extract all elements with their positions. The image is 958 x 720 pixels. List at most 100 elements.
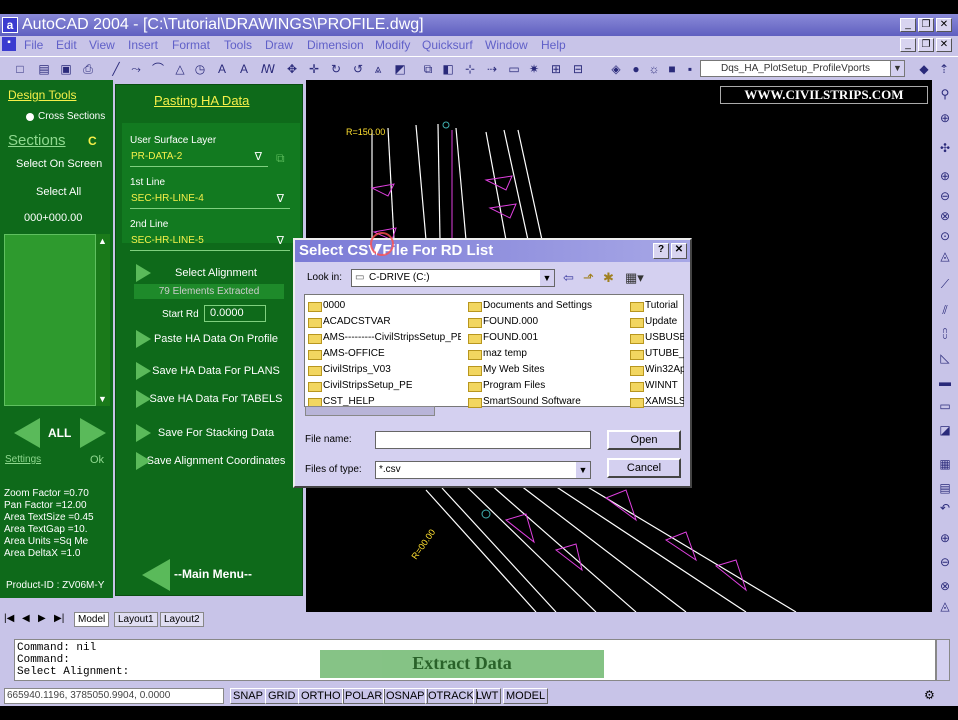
chevron-down-icon[interactable]: ▼: [576, 462, 590, 478]
layer-tool-icon[interactable]: ▦: [937, 456, 953, 472]
folder-item[interactable]: Update: [629, 315, 684, 329]
zoom-icon-3[interactable]: ⊖: [937, 554, 953, 570]
folder-item[interactable]: Program Files: [467, 379, 545, 393]
menu-window[interactable]: Window: [485, 38, 528, 52]
lwt-toggle[interactable]: LWT: [473, 688, 502, 704]
up-folder-icon[interactable]: ⬏: [583, 270, 594, 286]
save-ha-plans-button[interactable]: Save HA Data For PLANS: [136, 360, 296, 382]
second-line-dropdown[interactable]: SEC-HR-LINE-5 ∇: [130, 233, 290, 251]
save-ha-tabels-button[interactable]: Save HA Data For TABELS: [136, 388, 296, 410]
command-scrollbar[interactable]: [936, 639, 950, 681]
folder-item[interactable]: AMS---------CivilStripsSetup_PE: [307, 331, 461, 345]
print-icon[interactable]: ⎙: [80, 61, 96, 77]
lock-icon[interactable]: ▪: [682, 61, 698, 77]
select-all-button[interactable]: Select All: [36, 186, 81, 198]
file-list[interactable]: 0000 ACADCSTVAR AMS---------CivilStripsS…: [304, 294, 684, 409]
drop-icon[interactable]: ◬: [937, 248, 953, 264]
mirror-icon[interactable]: ⩓: [370, 61, 386, 77]
layers-icon[interactable]: ◈: [608, 61, 624, 77]
chevron-down-icon[interactable]: ▼: [890, 61, 904, 76]
zoom-icon-2[interactable]: ⊕: [937, 530, 953, 546]
brush-icon[interactable]: ⟋: [937, 276, 953, 292]
tab-model[interactable]: Model: [74, 612, 110, 627]
main-menu-button[interactable]: --Main Menu--: [174, 567, 252, 581]
layer-dropdown[interactable]: Dqs_HA_PlotSetup_ProfileVports ▼: [700, 60, 905, 77]
polar-toggle[interactable]: POLAR: [342, 688, 386, 704]
first-tab-icon[interactable]: |◀: [4, 613, 14, 624]
section-icon[interactable]: ◪: [937, 422, 953, 438]
restore-icon[interactable]: ❐: [918, 18, 934, 32]
polyline-icon[interactable]: ⤳: [128, 61, 144, 77]
menu-file[interactable]: File: [24, 38, 43, 52]
chevron-down-icon[interactable]: ∇: [255, 149, 262, 165]
doc-restore-icon[interactable]: ❐: [918, 38, 934, 52]
snap-toggle[interactable]: SNAP: [230, 688, 266, 704]
color-swatch-icon[interactable]: ■: [664, 61, 680, 77]
tab-layout2[interactable]: Layout2: [160, 612, 204, 627]
rotate3-icon[interactable]: ↺: [350, 61, 366, 77]
save-icon[interactable]: ▣: [58, 61, 74, 77]
zoom-in-icon[interactable]: ⊕: [937, 168, 953, 184]
folder-item[interactable]: SmartSound Software: [467, 395, 581, 409]
zoom-window-icon[interactable]: ⊕: [937, 110, 953, 126]
new-icon[interactable]: □: [12, 61, 28, 77]
folder-item[interactable]: USBUSB: [629, 331, 684, 345]
match-icon[interactable]: ⊟: [570, 61, 586, 77]
tab-layout1[interactable]: Layout1: [114, 612, 158, 627]
surface-icon[interactable]: ▬: [937, 374, 953, 390]
folder-item[interactable]: FOUND.000: [467, 315, 538, 329]
light-bulb-icon[interactable]: ●: [628, 61, 644, 77]
folder-item[interactable]: ACADCSTVAR: [307, 315, 391, 329]
line-icon[interactable]: ╱: [108, 61, 124, 77]
zoom-out-icon[interactable]: ⊖: [937, 188, 953, 204]
edit-text-icon[interactable]: ꟿ: [260, 61, 276, 77]
folder-item[interactable]: AMS-OFFICE: [307, 347, 385, 361]
copy-icon[interactable]: ⧉: [420, 61, 436, 77]
dialog-close-icon[interactable]: ✕: [671, 243, 687, 259]
paste-ha-profile-button[interactable]: Paste HA Data On Profile: [136, 328, 296, 350]
cancel-button[interactable]: Cancel: [607, 458, 681, 478]
new-folder-icon[interactable]: ✱: [603, 270, 614, 286]
explode-icon[interactable]: ✷: [526, 61, 542, 77]
zoom-all-icon[interactable]: ⊙: [937, 228, 953, 244]
last-tab-icon[interactable]: ▶|: [54, 613, 64, 624]
folder-item[interactable]: My Web Sites: [467, 363, 545, 377]
open-button[interactable]: Open: [607, 430, 681, 450]
folder-item[interactable]: CivilStripsSetup_PE: [307, 379, 412, 393]
osnap-toggle[interactable]: OSNAP: [383, 688, 428, 704]
circle-icon[interactable]: ◷: [192, 61, 208, 77]
settings-link[interactable]: Settings: [5, 454, 41, 465]
menu-draw[interactable]: Draw: [265, 38, 293, 52]
model-toggle[interactable]: MODEL: [503, 688, 549, 704]
save-stacking-button[interactable]: Save For Stacking Data: [136, 422, 296, 444]
save-coordinates-button[interactable]: Save Alignment Coordinates: [136, 450, 296, 472]
folder-item[interactable]: maz temp: [467, 347, 527, 361]
menu-tools[interactable]: Tools: [224, 38, 252, 52]
sections-scrollbar[interactable]: ▲ ▼: [96, 234, 110, 406]
file-name-input[interactable]: [375, 431, 591, 449]
properties-icon[interactable]: ⊞: [548, 61, 564, 77]
break-icon[interactable]: ▭: [506, 61, 522, 77]
move-icon[interactable]: ✥: [284, 61, 300, 77]
stretch-icon[interactable]: ◧: [440, 61, 456, 77]
sections-listbox[interactable]: [4, 234, 96, 406]
text-icon[interactable]: A: [214, 61, 230, 77]
prev-arrow-icon[interactable]: [14, 418, 40, 448]
doc-minimize-icon[interactable]: _: [900, 38, 916, 52]
horizontal-scrollbar[interactable]: [305, 406, 435, 416]
menu-help[interactable]: Help: [541, 38, 566, 52]
arc-icon[interactable]: ⌒: [150, 61, 166, 77]
chevron-down-icon[interactable]: ∇: [277, 191, 284, 207]
ok-button[interactable]: Ok: [90, 454, 104, 466]
palette-icon[interactable]: ▤: [937, 480, 953, 496]
folder-item[interactable]: 0000: [307, 299, 345, 313]
extend-icon[interactable]: ⇢: [484, 61, 500, 77]
menu-format[interactable]: Format: [172, 38, 210, 52]
user-surface-layer-dropdown[interactable]: PR-DATA-2 ∇: [130, 149, 268, 167]
layer-state-icon[interactable]: ⇡: [936, 61, 952, 77]
open-icon[interactable]: ▤: [36, 61, 52, 77]
files-of-type-dropdown[interactable]: *.csv ▼: [375, 461, 591, 479]
design-tools-link[interactable]: Design Tools: [8, 88, 76, 102]
chevron-down-icon[interactable]: ▼: [540, 270, 554, 286]
chevron-down-icon[interactable]: ∇: [277, 233, 284, 249]
